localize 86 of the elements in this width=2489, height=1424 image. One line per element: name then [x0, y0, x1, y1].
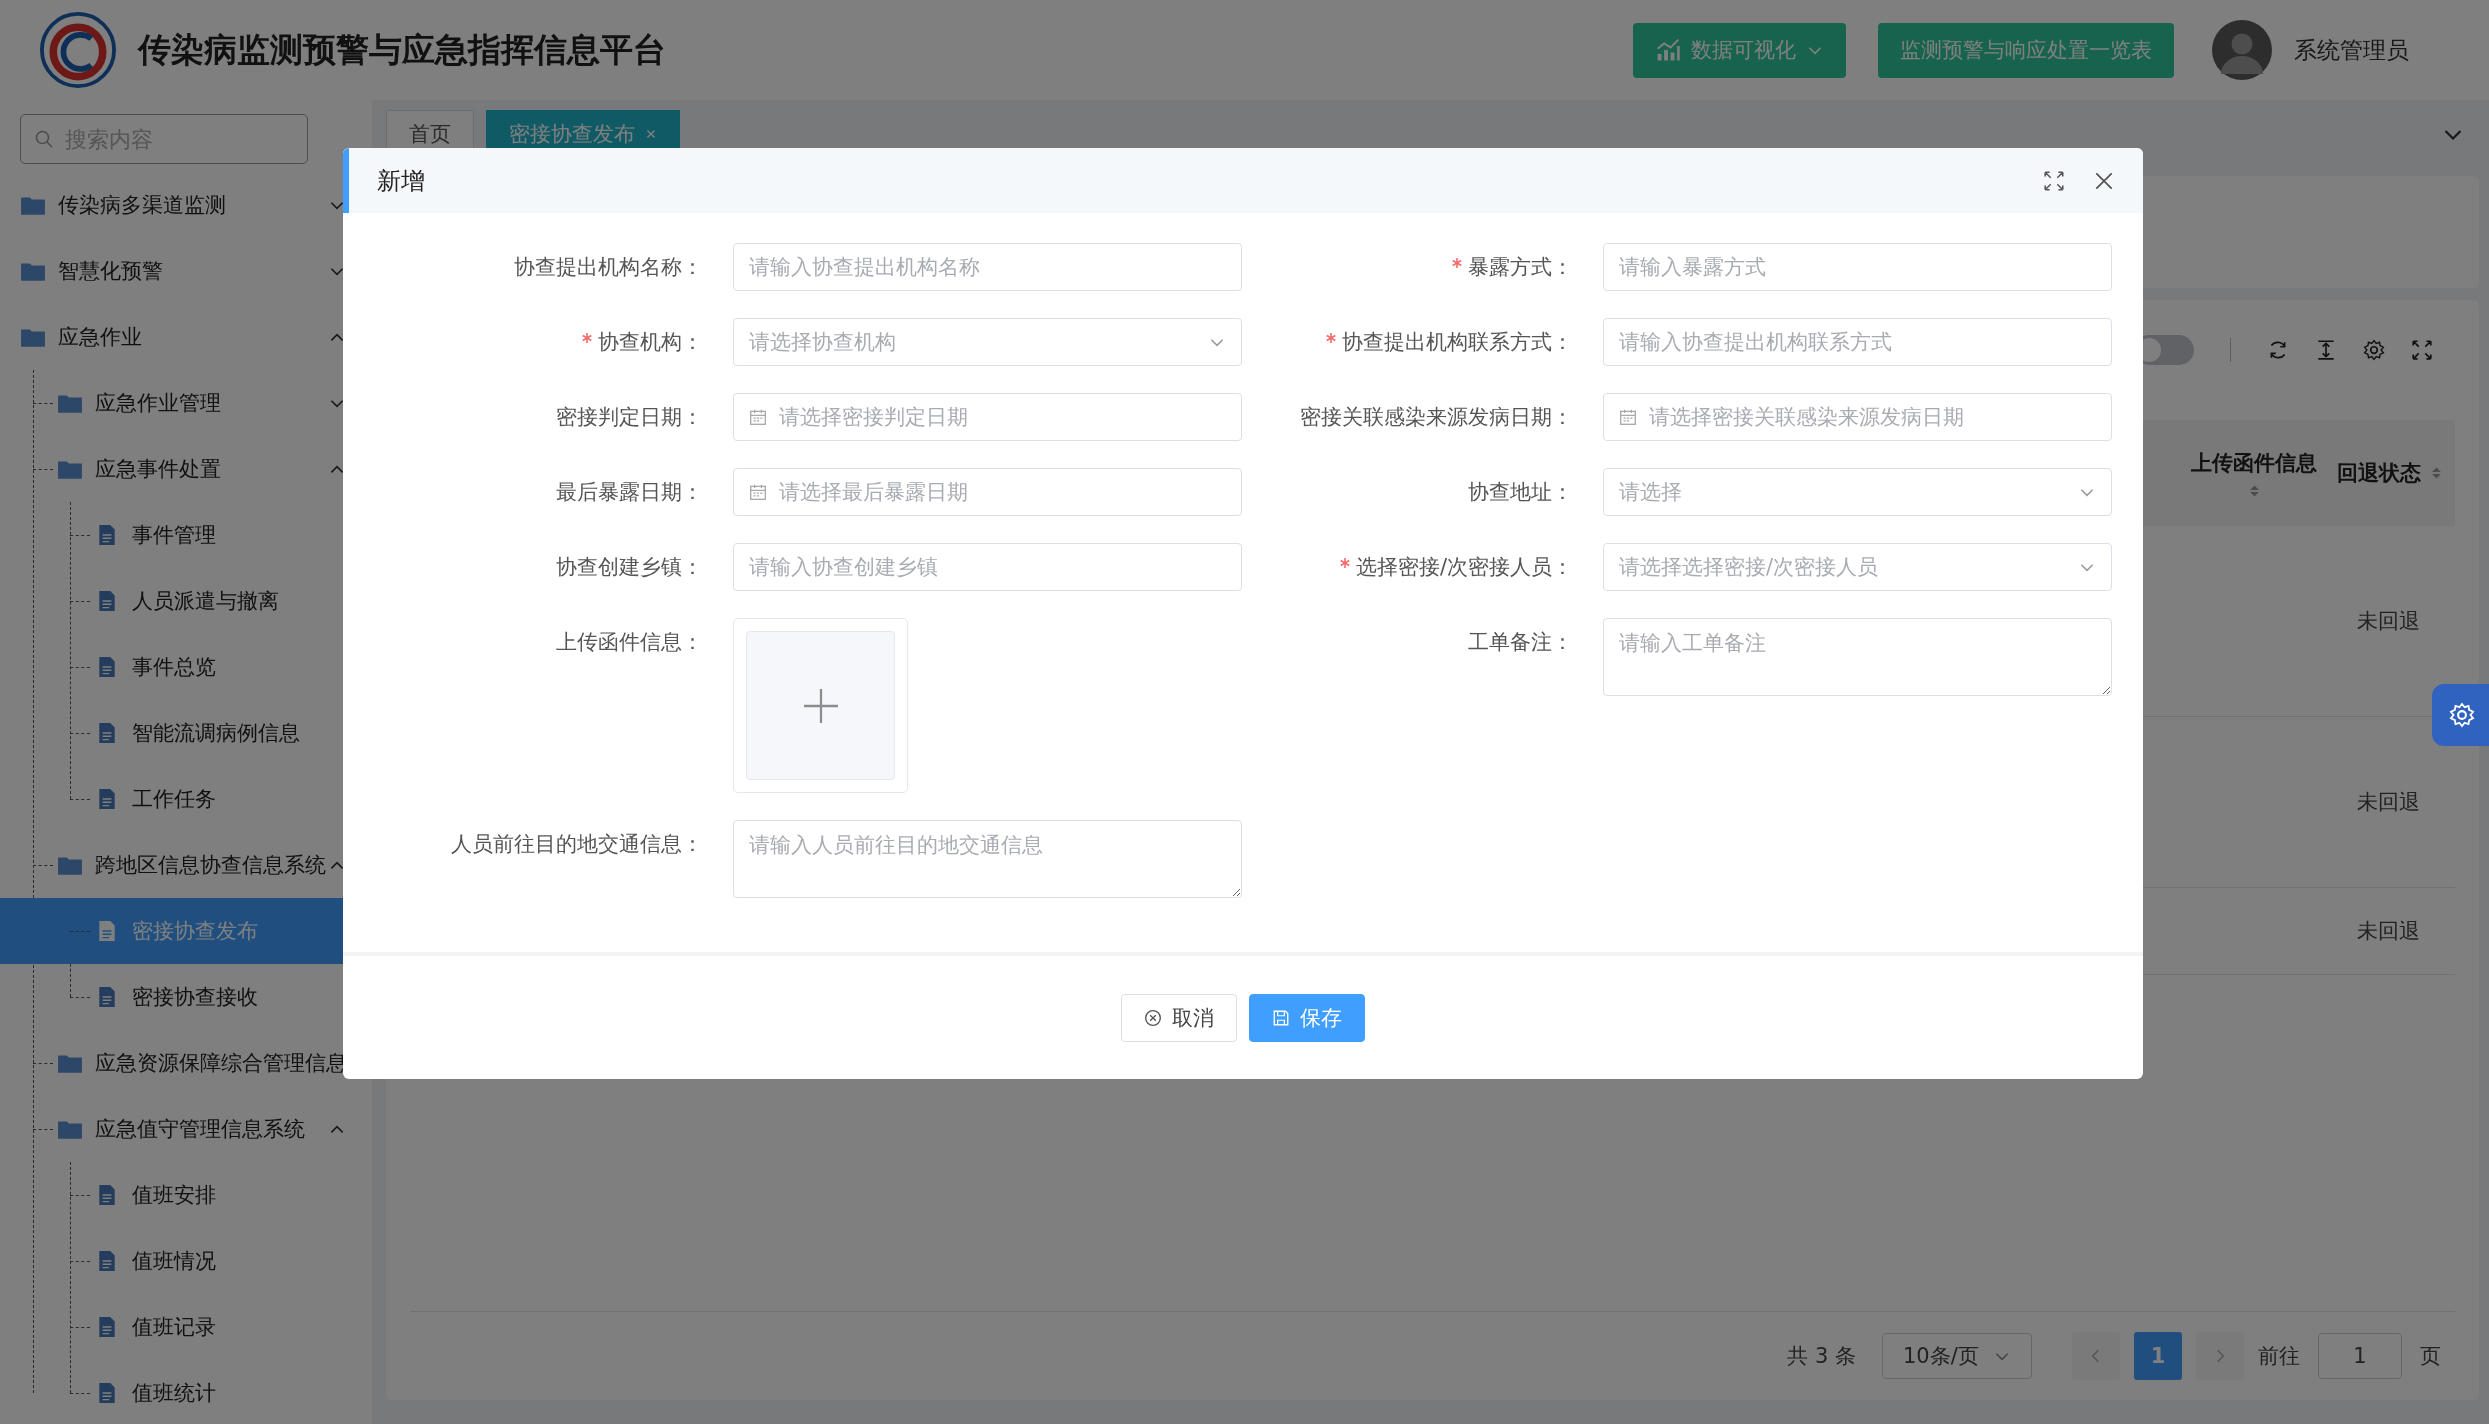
- page-size-select[interactable]: 10条/页: [1882, 1333, 2032, 1379]
- text-area[interactable]: 请输入工单备注: [1603, 618, 2112, 696]
- plus-icon: [803, 688, 838, 723]
- field-label: 上传函件信息：: [556, 629, 703, 656]
- save-button[interactable]: 保存: [1249, 993, 1365, 1042]
- sidebar-item[interactable]: 传染病多渠道监测: [0, 172, 372, 238]
- sidebar-item[interactable]: 密接协查接收: [0, 964, 372, 1030]
- sidebar-item[interactable]: 智能流调病例信息: [0, 700, 372, 766]
- folder-icon: [20, 260, 46, 282]
- dialog-title: 新增: [377, 165, 425, 197]
- gear-icon: [2449, 702, 2475, 728]
- folder-icon: [57, 392, 83, 414]
- cancel-button[interactable]: 取消: [1121, 993, 1237, 1042]
- fullscreen-icon[interactable]: [2043, 169, 2065, 192]
- table-cell-text: 未回退: [2356, 608, 2420, 635]
- document-icon: [98, 1316, 116, 1338]
- field-label: 工单备注：: [1468, 629, 1573, 656]
- sidebar-item[interactable]: 应急作业管理: [0, 370, 372, 436]
- circle-close-icon: [1144, 1008, 1162, 1027]
- input-field[interactable]: 请输入协查提出机构联系方式: [1603, 318, 2112, 366]
- document-icon: [98, 656, 116, 678]
- table-cell-text: 未回退: [2356, 918, 2420, 945]
- input-field[interactable]: 请输入暴露方式: [1603, 243, 2112, 291]
- field-label: 密接判定日期：: [556, 404, 703, 431]
- settings-button[interactable]: [2432, 684, 2489, 746]
- field-label: 人员前往目的地交通信息：: [451, 831, 703, 858]
- sidebar-item[interactable]: 事件管理: [0, 502, 372, 568]
- table-cell-text: 未回退: [2356, 789, 2420, 816]
- sidebar-item[interactable]: 值班情况: [0, 1228, 372, 1294]
- sidebar-item[interactable]: 值班记录: [0, 1294, 372, 1360]
- input-field[interactable]: 请输入协查创建乡镇: [733, 543, 1242, 591]
- field-label: 协查机构：: [598, 329, 703, 356]
- sidebar-item[interactable]: 跨地区信息协查信息系统: [0, 832, 372, 898]
- sidebar-item[interactable]: 值班统计: [0, 1360, 372, 1424]
- user-name[interactable]: 系统管理员: [2294, 34, 2409, 66]
- field-label: 协查提出机构名称：: [514, 254, 703, 281]
- sidebar-item[interactable]: 应急事件处置: [0, 436, 372, 502]
- avatar[interactable]: [2212, 20, 2272, 80]
- settings-icon[interactable]: [2363, 339, 2385, 361]
- field-label: 密接关联感染来源发病日期：: [1300, 404, 1573, 431]
- sidebar-item[interactable]: 工作任务: [0, 766, 372, 832]
- document-icon: [98, 788, 116, 810]
- fullscreen-icon[interactable]: [2411, 339, 2433, 361]
- folder-icon: [57, 854, 83, 876]
- document-icon: [98, 722, 116, 744]
- total-count: 共 3 条: [1787, 1343, 1856, 1370]
- folder-icon: [57, 1118, 83, 1140]
- folder-icon: [20, 326, 46, 348]
- page-suffix: 页: [2420, 1343, 2441, 1370]
- document-icon: [98, 590, 116, 612]
- field-label: 协查提出机构联系方式：: [1342, 329, 1573, 356]
- document-icon: [98, 1250, 116, 1272]
- field-label: 最后暴露日期：: [556, 479, 703, 506]
- save-icon: [1272, 1008, 1290, 1027]
- sidebar-item[interactable]: 值班安排: [0, 1162, 372, 1228]
- column-header[interactable]: 回退状态: [2334, 456, 2423, 490]
- sidebar-item[interactable]: 应急值守管理信息系统: [0, 1096, 372, 1162]
- calendar-icon: [1619, 408, 1637, 426]
- folder-icon: [57, 458, 83, 480]
- field-label: 协查创建乡镇：: [556, 554, 703, 581]
- folder-icon: [20, 194, 46, 216]
- text-area[interactable]: 请输入人员前往目的地交通信息: [733, 820, 1242, 898]
- sidebar-item[interactable]: 智慧化预警: [0, 238, 372, 304]
- input-field[interactable]: 请输入协查提出机构名称: [733, 243, 1242, 291]
- column-header[interactable]: 上传函件信息: [2191, 446, 2317, 480]
- sidebar-item[interactable]: 人员派遣与撤离: [0, 568, 372, 634]
- sidebar-item[interactable]: 事件总览: [0, 634, 372, 700]
- logo-icon: [40, 12, 116, 88]
- document-icon: [98, 524, 116, 546]
- folder-icon: [57, 1052, 83, 1074]
- document-icon: [98, 1382, 116, 1404]
- document-icon: [98, 1184, 116, 1206]
- bar-chart-icon: [1655, 37, 1681, 63]
- goto-label: 前往: [2258, 1343, 2300, 1370]
- calendar-icon: [749, 483, 767, 501]
- field-label: 协查地址：: [1468, 479, 1573, 506]
- document-icon: [98, 986, 116, 1008]
- sidebar-item[interactable]: 应急资源保障综合管理信息: [0, 1030, 372, 1096]
- calendar-icon: [749, 408, 767, 426]
- document-icon: [98, 920, 116, 942]
- field-label: 暴露方式：: [1468, 254, 1573, 281]
- column-height-icon[interactable]: [2315, 339, 2337, 361]
- app-title: 传染病监测预警与应急指挥信息平台: [138, 28, 666, 71]
- sidebar-item[interactable]: 应急作业: [0, 304, 372, 370]
- field-label: 选择密接/次密接人员：: [1355, 554, 1573, 581]
- page-input[interactable]: 1: [2318, 1333, 2402, 1379]
